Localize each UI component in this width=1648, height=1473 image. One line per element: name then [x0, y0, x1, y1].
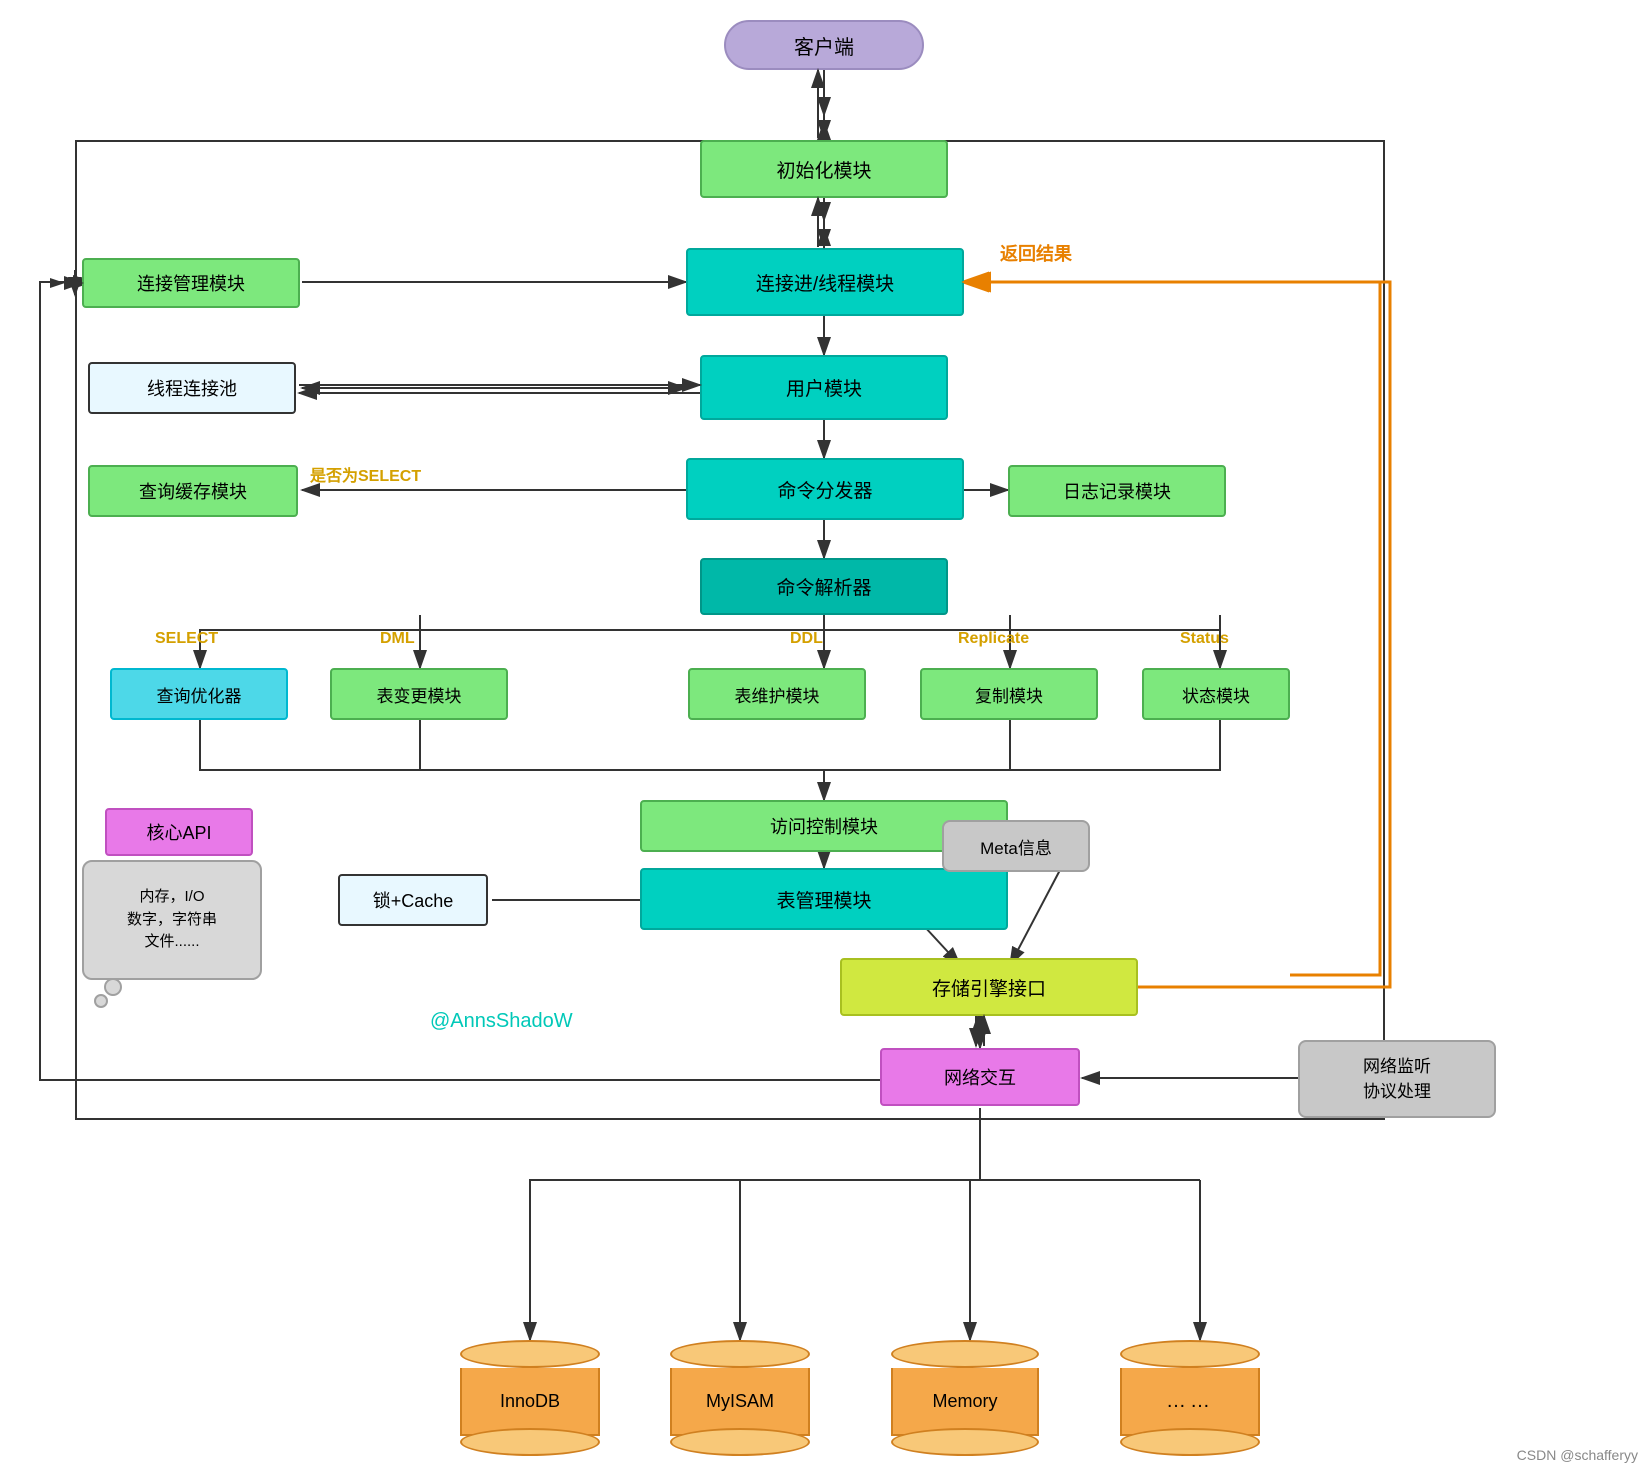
ellipsis-cylinder: ……: [1110, 1340, 1270, 1456]
return-result-label: 返回结果: [1000, 240, 1072, 266]
log-module-node: 日志记录模块: [1008, 465, 1226, 517]
query-cache-node: 查询缓存模块: [88, 465, 298, 517]
watermark: @AnnsShadoW: [430, 1010, 573, 1033]
myisam-cylinder: MyISAM: [660, 1340, 820, 1456]
innodb-cylinder: InnoDB: [450, 1340, 610, 1456]
cmd-dispatcher-node: 命令分发器: [686, 458, 964, 520]
table-maint-node: 表维护模块: [688, 668, 866, 720]
cmd-parser-node: 命令解析器: [700, 558, 948, 615]
storage-interface-node: 存储引擎接口: [840, 958, 1138, 1016]
memory-cylinder: Memory: [880, 1340, 1050, 1456]
diagram-container: 客户端 初始化模块 连接管理模块 连接进/线程模块 返回结果 线程连接池 用户模…: [0, 0, 1648, 1473]
network-monitor-node: 网络监听 协议处理: [1298, 1040, 1496, 1118]
is-select-label: 是否为SELECT: [310, 462, 421, 486]
client-node: 客户端: [724, 20, 924, 70]
lock-cache-node: 锁+Cache: [338, 874, 488, 926]
select-label: SELECT: [155, 630, 218, 648]
query-optimizer-node: 查询优化器: [110, 668, 288, 720]
core-api-node: 核心API: [105, 808, 253, 856]
table-manager-node: 表管理模块: [640, 868, 1008, 930]
status-label: Status: [1180, 630, 1229, 648]
ddl-label: DDL: [790, 630, 823, 648]
meta-info-node: Meta信息: [942, 820, 1090, 872]
conn-manager-node: 连接管理模块: [82, 258, 300, 308]
conn-thread-node: 连接进/线程模块: [686, 248, 964, 316]
csdn-label: CSDN @schafferyy: [1517, 1447, 1638, 1463]
status-node: 状态模块: [1142, 668, 1290, 720]
init-module-node: 初始化模块: [700, 140, 948, 198]
thread-pool-node: 线程连接池: [88, 362, 296, 414]
memory-io-node: 内存，I/O 数字，字符串 文件......: [82, 860, 262, 980]
user-module-node: 用户模块: [700, 355, 948, 420]
replication-node: 复制模块: [920, 668, 1098, 720]
replicate-label: Replicate: [958, 630, 1029, 648]
network-interact-node: 网络交互: [880, 1048, 1080, 1106]
table-change-node: 表变更模块: [330, 668, 508, 720]
dml-label: DML: [380, 630, 415, 648]
